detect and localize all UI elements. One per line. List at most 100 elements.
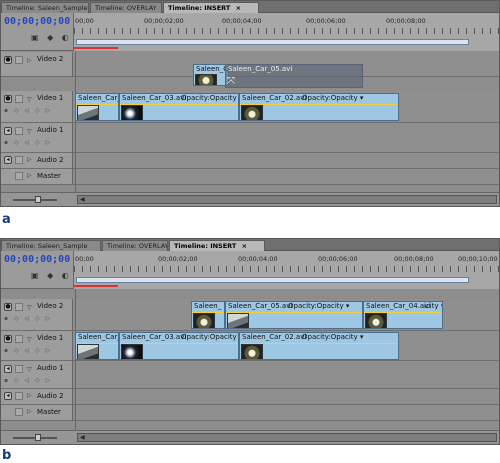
track-content[interactable]: [73, 153, 499, 168]
zoom-slider-knob[interactable]: [35, 196, 41, 203]
horizontal-scrollbar[interactable]: ◀: [77, 195, 497, 204]
clip[interactable]: Saleen_Car_02.avi Opacity:Opacity ▾: [239, 332, 399, 360]
track-content[interactable]: [73, 123, 499, 152]
time-ruler[interactable]: 00;00 00;00;02;00 00;00;04;00 00;00;06;0…: [73, 251, 499, 289]
clip-thumbnail: [77, 105, 99, 120]
clip[interactable]: Saleen_Car_0: [75, 93, 119, 121]
zoom-slider-knob[interactable]: [35, 434, 41, 441]
eye-icon[interactable]: ●: [4, 303, 12, 311]
speaker-icon[interactable]: ◂: [4, 127, 12, 135]
expand-triangle-icon[interactable]: ▽: [27, 336, 32, 343]
opacity-dropdown[interactable]: Opacity:Opacity ▾: [302, 333, 363, 341]
opacity-dropdown[interactable]: Opacity:Opacity ▾: [288, 302, 349, 310]
expand-triangle-icon[interactable]: ▽: [27, 366, 32, 373]
time-ruler[interactable]: 00;00 00;00;02;00 00;00;04;00 00;00;06;0…: [73, 13, 499, 51]
lock-icon[interactable]: [15, 365, 23, 373]
scroll-arrow-icon[interactable]: ◀: [80, 196, 85, 203]
clip-name: Saleen_Car_03.avi: [122, 333, 187, 341]
keyframe-controls-icon[interactable]: ▪ ◇ ◁ ◇ ▷: [4, 347, 52, 354]
tab-overlay[interactable]: Timeline: OVERLAY: [102, 240, 168, 251]
playhead-line[interactable]: [75, 289, 76, 432]
eye-icon[interactable]: ●: [4, 95, 12, 103]
expand-triangle-icon[interactable]: ▷: [27, 156, 32, 163]
speaker-icon[interactable]: ◂: [4, 365, 12, 373]
track-name: Audio 1: [37, 364, 64, 372]
playhead-line[interactable]: [75, 51, 76, 194]
clip-thumbnail: [77, 344, 99, 359]
tab-bar: Timeline: Saleen_Sample Timeline: OVERLA…: [1, 1, 499, 13]
tab-overlay[interactable]: Timeline: OVERLAY: [90, 2, 162, 13]
opacity-dropdown[interactable]: Opacity:Opacity ▾: [302, 94, 363, 102]
clip[interactable]: Saleen_Car_03.avi Opacity:Opacity ▾: [119, 93, 239, 121]
timecode-display[interactable]: 00;00;00;00: [4, 254, 70, 265]
lock-icon[interactable]: [15, 335, 23, 343]
clip[interactable]: Saleen_Car_0: [75, 332, 119, 360]
clip-name: Saleen_Car_04.avi: [366, 302, 431, 310]
horizontal-scrollbar[interactable]: ◀: [77, 433, 497, 442]
track-content[interactable]: Saleen_Car_0 Saleen_Car_03.avi Opacity:O…: [73, 91, 499, 122]
track-header: ◂ ▷ Audio 2: [1, 153, 73, 168]
timeline-header: 00;00;00;00 ▣ ◆ ◐ 00;00 00;00;02;00 00;0…: [1, 251, 499, 289]
lock-icon[interactable]: [15, 127, 23, 135]
track-content[interactable]: [73, 405, 499, 420]
opacity-dropdown[interactable]: icity ▾: [424, 302, 442, 310]
clip[interactable]: Saleen_Car_02.avi Opacity:Opacity ▾: [239, 93, 399, 121]
track-content[interactable]: Saleen_Car_0 Saleen_Car_03.avi Opacity:O…: [73, 331, 499, 360]
close-icon[interactable]: ×: [236, 4, 241, 12]
track-header: ● ▽ Video 1 ▪ ◇ ◁ ◇ ▷: [1, 331, 73, 360]
lock-icon[interactable]: [15, 95, 23, 103]
tab-insert[interactable]: Timeline: INSERT ×: [163, 2, 259, 13]
lock-icon[interactable]: [15, 392, 23, 400]
track-header: ◂ ▽ Audio 1 ▪ ◇ ◁ ◇ ▷: [1, 123, 73, 152]
speaker-icon[interactable]: ◂: [4, 156, 12, 164]
clip[interactable]: Saleen_Car_04.avi icity ▾: [363, 301, 443, 329]
opacity-dropdown[interactable]: Opacity:Opacity ▾: [181, 94, 238, 102]
track-content[interactable]: Saleen_ Saleen_Car_05.avi Opacity:Opacit…: [73, 299, 499, 330]
tab-saleen-sample[interactable]: Timeline: Saleen_Sample: [1, 2, 89, 13]
track-content[interactable]: [73, 169, 499, 184]
work-area-bar[interactable]: [76, 39, 469, 45]
tab-bar: Timeline: Saleen_Sample Timeline: OVERLA…: [1, 239, 499, 251]
eye-icon[interactable]: ●: [4, 335, 12, 343]
opacity-dropdown[interactable]: Opacity:Opacity ▾: [181, 333, 238, 341]
ruler-ticks: [74, 28, 499, 34]
track-content[interactable]: [73, 389, 499, 404]
snap-and-marker-icons[interactable]: ▣ ◆ ◐: [31, 33, 72, 42]
keyframe-controls-icon[interactable]: ▪ ◇ ◁ ◇ ▷: [4, 377, 52, 384]
expand-triangle-icon[interactable]: ▽: [27, 96, 32, 103]
tab-saleen-sample[interactable]: Timeline: Saleen_Sample: [1, 240, 101, 251]
lock-icon[interactable]: [15, 56, 23, 64]
tab-insert[interactable]: Timeline: INSERT ×: [169, 240, 265, 251]
lock-icon[interactable]: [15, 303, 23, 311]
clip[interactable]: Saleen_Car_03.avi Opacity:Opacity ▾: [119, 332, 239, 360]
track-content[interactable]: Saleen_Ca Saleen_Car_05.avi ⤧: [73, 52, 499, 88]
expand-triangle-icon[interactable]: ▷: [27, 57, 32, 64]
clip[interactable]: Saleen_: [191, 301, 225, 329]
clip-thumbnail: [241, 344, 263, 359]
lock-icon[interactable]: [15, 172, 23, 180]
expand-triangle-icon[interactable]: ▷: [27, 172, 32, 179]
eye-icon[interactable]: ●: [4, 56, 12, 64]
keyframe-controls-icon[interactable]: ▪ ◇ ◁ ◇ ▷: [4, 139, 52, 146]
lock-icon[interactable]: [15, 408, 23, 416]
keyframe-controls-icon[interactable]: ▪ ◇ ◁ ◇ ▷: [4, 315, 52, 322]
expand-triangle-icon[interactable]: ▽: [27, 128, 32, 135]
clip[interactable]: Saleen_Car_05.avi Opacity:Opacity ▾: [225, 301, 363, 329]
timecode-display[interactable]: 00;00;00;00: [4, 16, 70, 27]
speaker-icon[interactable]: ◂: [4, 392, 12, 400]
expand-triangle-icon[interactable]: ▷: [27, 392, 32, 399]
scroll-arrow-icon[interactable]: ◀: [80, 434, 85, 441]
lock-icon[interactable]: [15, 156, 23, 164]
ruler-label: 00;00;04;00: [238, 255, 278, 263]
track-content[interactable]: [73, 361, 499, 388]
close-icon[interactable]: ×: [242, 242, 247, 250]
expand-triangle-icon[interactable]: ▷: [27, 408, 32, 415]
keyframe-controls-icon[interactable]: ▪ ◇ ◁ ◇ ▷: [4, 107, 52, 114]
snap-and-marker-icons[interactable]: ▣ ◆ ◐: [31, 271, 72, 280]
clip-thumbnail: [121, 344, 143, 359]
ruler-label: 00;00;02;00: [158, 255, 198, 263]
clip-thumbnail: [195, 74, 217, 85]
expand-triangle-icon[interactable]: ▽: [27, 304, 32, 311]
clip-dragging[interactable]: Saleen_Ca: [193, 64, 229, 86]
work-area-bar[interactable]: [76, 277, 469, 283]
